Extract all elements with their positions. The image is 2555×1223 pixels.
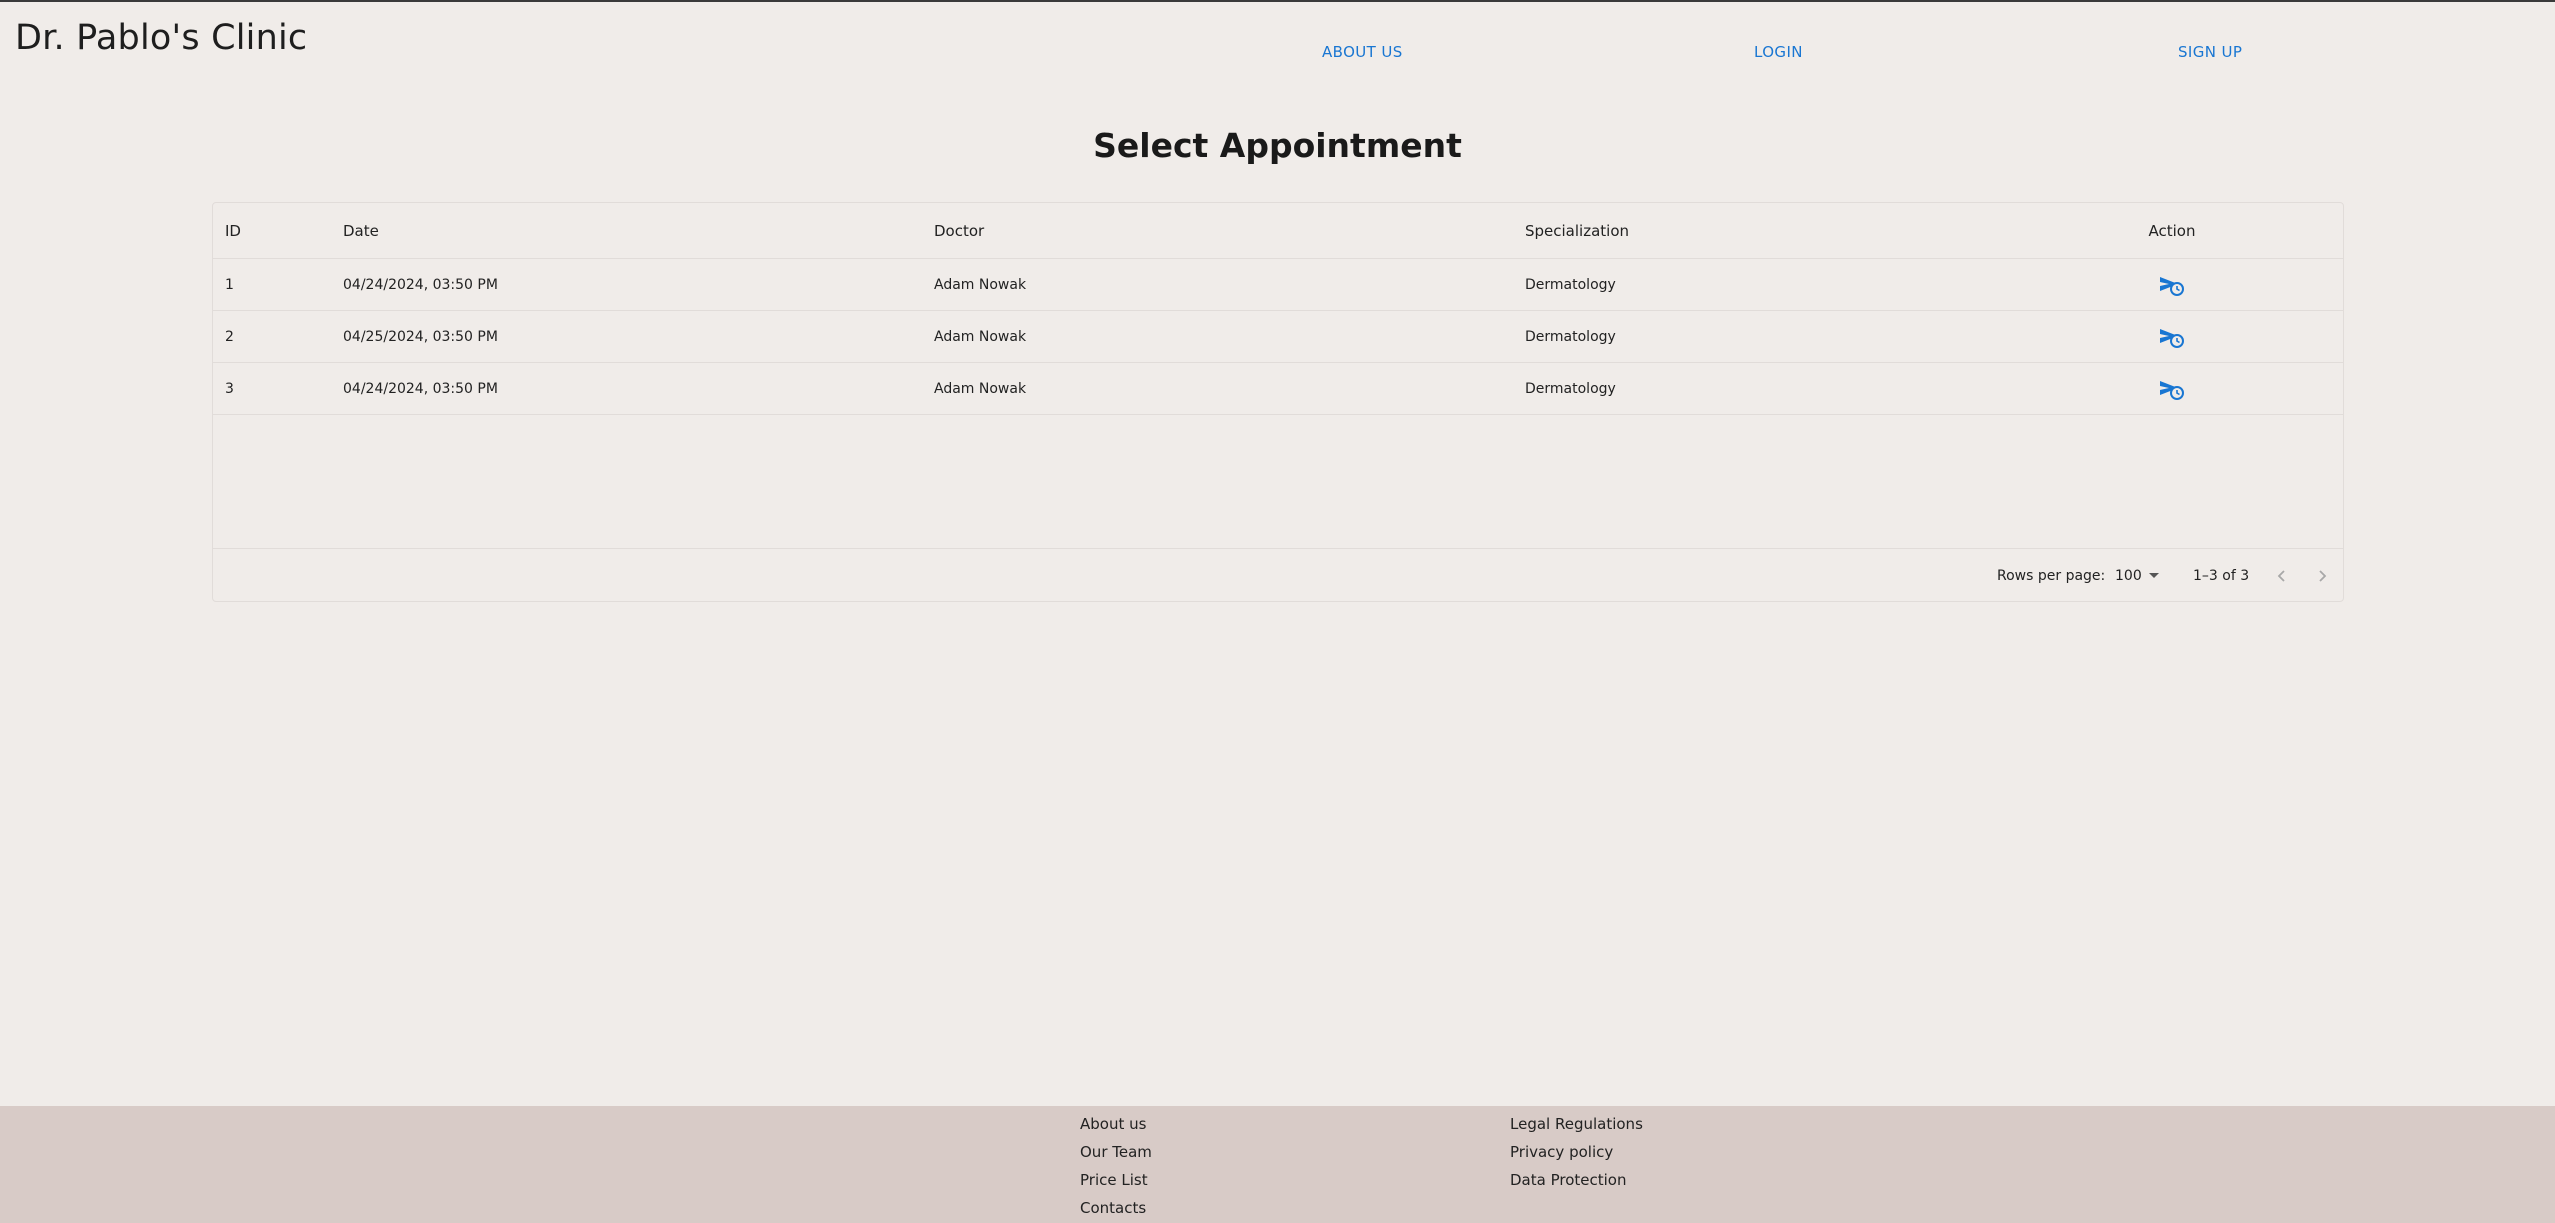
cell-id: 2 — [225, 328, 234, 345]
table-row[interactable]: 2 04/25/2024, 03:50 PM Adam Nowak Dermat… — [213, 311, 2343, 363]
nav-sign-up[interactable]: SIGN UP — [2178, 43, 2242, 61]
chevron-right-icon — [2319, 570, 2327, 582]
table-row[interactable]: 1 04/24/2024, 03:50 PM Adam Nowak Dermat… — [213, 259, 2343, 311]
cell-action — [2117, 259, 2227, 310]
cell-date: 04/24/2024, 03:50 PM — [343, 276, 498, 293]
previous-page-button[interactable] — [2269, 563, 2295, 589]
nav-login[interactable]: LOGIN — [1754, 43, 1803, 61]
cell-id: 1 — [225, 276, 234, 293]
appointments-table: ID Date Doctor Specialization Action 1 0… — [212, 202, 2344, 602]
footer-link-contacts[interactable]: Contacts — [1080, 1199, 1146, 1217]
page-title: Select Appointment — [1093, 126, 1462, 165]
page-info: 1–3 of 3 — [2193, 567, 2250, 584]
cell-date: 04/25/2024, 03:50 PM — [343, 328, 498, 345]
site-brand[interactable]: Dr. Pablo's Clinic — [15, 18, 307, 58]
schedule-send-icon[interactable] — [2159, 274, 2185, 296]
cell-doctor: Adam Nowak — [934, 380, 1027, 397]
caret-down-icon — [2148, 573, 2159, 578]
rows-per-page-select[interactable]: 100 — [2115, 549, 2159, 602]
rows-per-page-value: 100 — [2115, 567, 2142, 584]
chevron-left-icon — [2277, 570, 2285, 582]
column-header-id[interactable]: ID — [225, 203, 241, 258]
column-header-doctor[interactable]: Doctor — [934, 203, 984, 258]
cell-doctor: Adam Nowak — [934, 328, 1027, 345]
footer-link-about-us[interactable]: About us — [1080, 1115, 1146, 1133]
table-header: ID Date Doctor Specialization Action — [213, 203, 2343, 259]
footer-link-legal-regulations[interactable]: Legal Regulations — [1510, 1115, 1643, 1133]
footer-link-data-protection[interactable]: Data Protection — [1510, 1171, 1626, 1189]
table-row[interactable]: 3 04/24/2024, 03:50 PM Adam Nowak Dermat… — [213, 363, 2343, 415]
cell-specialization: Dermatology — [1525, 328, 1616, 345]
cell-action — [2117, 363, 2227, 414]
footer-link-price-list[interactable]: Price List — [1080, 1171, 1148, 1189]
column-header-action[interactable]: Action — [2117, 203, 2227, 258]
schedule-send-icon[interactable] — [2159, 326, 2185, 348]
cell-doctor: Adam Nowak — [934, 276, 1027, 293]
cell-specialization: Dermatology — [1525, 276, 1616, 293]
column-header-specialization[interactable]: Specialization — [1525, 203, 1629, 258]
schedule-send-icon[interactable] — [2159, 378, 2185, 400]
cell-specialization: Dermatology — [1525, 380, 1616, 397]
column-header-date[interactable]: Date — [343, 203, 379, 258]
cell-action — [2117, 311, 2227, 362]
page: Dr. Pablo's Clinic ABOUT US LOGIN SIGN U… — [0, 0, 2555, 1223]
cell-date: 04/24/2024, 03:50 PM — [343, 380, 498, 397]
rows-per-page-label: Rows per page: — [1997, 567, 2106, 584]
footer-link-our-team[interactable]: Our Team — [1080, 1143, 1152, 1161]
cell-id: 3 — [225, 380, 234, 397]
footer-link-privacy-policy[interactable]: Privacy policy — [1510, 1143, 1613, 1161]
next-page-button[interactable] — [2309, 563, 2335, 589]
nav-about-us[interactable]: ABOUT US — [1322, 43, 1403, 61]
site-footer: About us Our Team Price List Contacts Le… — [0, 1106, 2555, 1223]
table-pagination: Rows per page: 100 1–3 of 3 — [213, 548, 2343, 601]
